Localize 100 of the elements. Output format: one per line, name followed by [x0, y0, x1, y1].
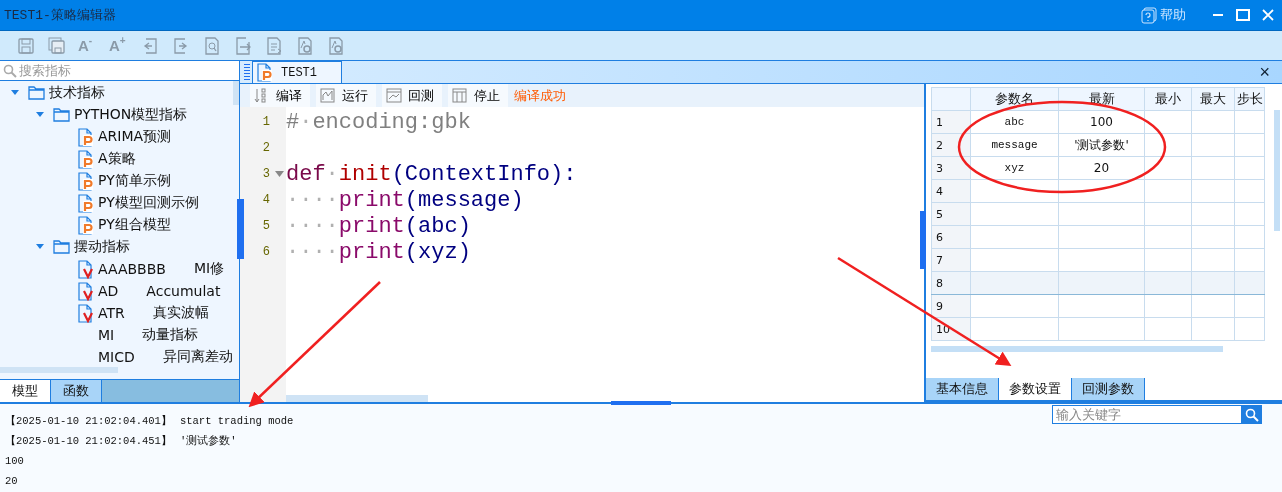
collapse-handle[interactable]	[920, 211, 926, 269]
help-icon[interactable]	[1141, 6, 1157, 24]
document-icon[interactable]	[264, 35, 284, 56]
python-file-icon	[78, 193, 94, 213]
folder-icon	[53, 108, 70, 122]
keyword-search-field[interactable]: 输入关键字	[1052, 405, 1242, 424]
table-cell	[1191, 225, 1235, 249]
scrollbar-thumb[interactable]	[931, 346, 1223, 352]
tree-item[interactable]: 技术指标	[49, 84, 105, 102]
python-file-icon	[78, 149, 94, 169]
collapse-handle[interactable]	[237, 199, 244, 259]
column-header[interactable]: 步长	[1234, 87, 1265, 111]
code-line: ····print(xyz)	[286, 239, 471, 265]
python-file-icon	[78, 215, 94, 235]
maximize-icon[interactable]	[1236, 9, 1250, 21]
expand-arrow-icon[interactable]	[10, 89, 20, 97]
tree-item[interactable]: ARIMA预测	[98, 128, 172, 146]
collapse-handle[interactable]	[611, 401, 671, 405]
save-all-icon[interactable]	[47, 35, 67, 56]
table-cell	[1234, 133, 1265, 157]
close-icon[interactable]	[1262, 9, 1274, 21]
log-timestamp: 【2025-01-10 21:02:04.401】	[5, 414, 172, 428]
fold-arrow-icon[interactable]	[275, 171, 284, 177]
settings-icon[interactable]	[295, 35, 315, 56]
panel-tab[interactable]: 基本信息	[926, 378, 999, 400]
code-line: ····print(abc)	[286, 213, 471, 239]
tree-item[interactable]: PY简单示例	[98, 172, 171, 190]
tree-item-description: 动量指标	[142, 326, 199, 344]
table-cell	[1234, 248, 1265, 272]
table-cell	[1191, 317, 1235, 341]
tree-item[interactable]: 摆动指标	[74, 238, 130, 256]
scrollbar-thumb[interactable]	[0, 367, 118, 373]
table-cell	[1144, 179, 1192, 203]
table-cell	[1144, 133, 1192, 157]
row-number: 6	[931, 225, 971, 249]
stop-icon	[452, 87, 468, 104]
row-number: 4	[931, 179, 971, 203]
log-message: '测试参数'	[179, 434, 237, 448]
window-title: TEST1-策略编辑器	[4, 7, 117, 24]
table-cell: 20	[1058, 156, 1145, 180]
tree-item[interactable]: PYTHON模型指标	[74, 106, 188, 124]
table-cell	[1234, 110, 1265, 134]
toolbar-button[interactable]: 停止	[448, 84, 508, 107]
tree-item-description: 异同离差动	[162, 348, 233, 366]
table-cell	[1191, 294, 1235, 318]
panel-tab[interactable]: 回测参数	[1072, 378, 1145, 400]
panel-tab[interactable]: 模型	[0, 380, 51, 402]
table-cell	[1144, 294, 1192, 318]
table-cell	[1144, 225, 1192, 249]
line-number: 4	[262, 193, 270, 207]
scrollbar-thumb[interactable]	[286, 395, 428, 402]
toolbar-button[interactable]: 回测	[382, 84, 442, 107]
tree-item[interactable]: AAABBBB	[98, 261, 166, 277]
chart-icon	[320, 87, 336, 104]
table-cell	[1144, 248, 1192, 272]
export-icon[interactable]	[233, 35, 253, 56]
python-file-icon	[78, 127, 94, 147]
tree-item[interactable]: AD	[98, 283, 119, 299]
code-line: #·encoding:gbk	[286, 109, 471, 135]
tree-item-description: Accumulat	[146, 283, 221, 299]
file-tab[interactable]: TEST1	[252, 61, 342, 83]
tree-item[interactable]: MI	[98, 327, 115, 343]
table-cell	[1191, 110, 1235, 134]
line-number: 6	[262, 245, 270, 259]
scrollbar-thumb[interactable]	[1274, 110, 1280, 231]
find-icon[interactable]	[202, 35, 222, 56]
scrollbar-thumb[interactable]	[233, 81, 239, 105]
save-icon[interactable]	[16, 35, 36, 56]
line-number: 5	[262, 219, 270, 233]
toolbar-button[interactable]: 运行	[316, 84, 376, 107]
tree-item[interactable]: PY组合模型	[98, 216, 171, 234]
table-cell	[1234, 225, 1265, 249]
tree-item[interactable]: ATR	[98, 305, 125, 321]
tree-item[interactable]: PY模型回测示例	[98, 194, 199, 212]
search-button[interactable]	[1242, 405, 1262, 424]
expand-arrow-icon[interactable]	[35, 243, 45, 251]
toolbar-button[interactable]: 编译	[250, 84, 310, 107]
row-number: 7	[931, 248, 971, 272]
table-cell	[1191, 133, 1235, 157]
settings-icon[interactable]	[326, 35, 346, 56]
table-cell	[1144, 202, 1192, 226]
expand-arrow-icon[interactable]	[35, 111, 45, 119]
tree-item[interactable]: A策略	[98, 150, 136, 168]
panel-tab[interactable]: 函数	[51, 380, 102, 402]
close-tab-button[interactable]: ×	[1247, 61, 1282, 83]
log-message: 100	[5, 455, 24, 467]
folder-icon	[53, 240, 70, 254]
table-cell	[1191, 248, 1235, 272]
tree-item[interactable]: MICD	[98, 349, 135, 365]
status-message: 编译成功	[514, 86, 566, 105]
column-header[interactable]: 最大	[1191, 87, 1235, 111]
line-number: 2	[262, 141, 270, 155]
table-cell: '测试参数'	[1058, 133, 1145, 157]
log-message: start trading mode	[179, 415, 294, 427]
row-number: 5	[931, 202, 971, 226]
column-header[interactable]: 最小	[1144, 87, 1192, 111]
search-box[interactable]: 搜索指标	[0, 61, 239, 81]
log-message: 20	[5, 475, 18, 487]
search-field[interactable]: 搜索指标	[19, 63, 219, 78]
table-cell	[1234, 202, 1265, 226]
